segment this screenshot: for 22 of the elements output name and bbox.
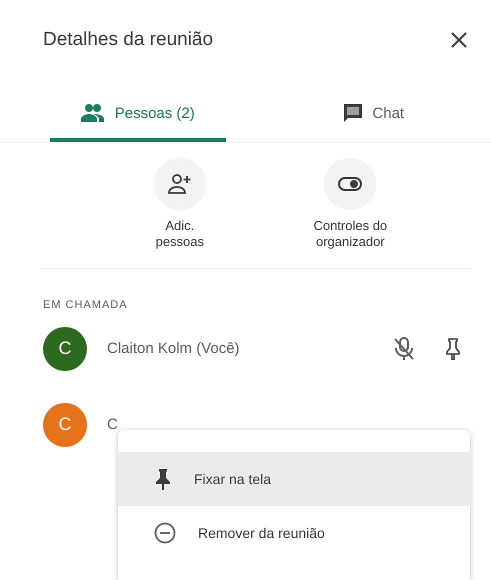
chat-icon xyxy=(342,102,364,124)
action-button[interactable]: Controles do organizador xyxy=(307,157,394,252)
pin-icon xyxy=(445,338,461,360)
avatar: C xyxy=(43,402,87,446)
section-heading: EM CHAMADA xyxy=(42,298,129,310)
close-icon xyxy=(451,32,467,48)
pin-button[interactable] xyxy=(445,338,461,360)
tab[interactable]: Chat xyxy=(286,94,461,142)
add-person-icon xyxy=(168,173,192,195)
mic-off-icon xyxy=(393,336,415,360)
participant-name: Claiton Kolm (Você) xyxy=(107,340,241,357)
tab[interactable]: Pessoas (2) xyxy=(50,94,226,142)
action-button[interactable]: Adic. pessoas xyxy=(148,157,212,252)
panel-title: Detalhes da reunião xyxy=(43,29,214,51)
pin-icon xyxy=(154,468,172,490)
toggle-icon xyxy=(338,177,362,191)
people-icon xyxy=(80,103,107,123)
menu-item[interactable]: Remover da reunião xyxy=(118,506,470,560)
menu-item[interactable]: Fixar na tela xyxy=(118,452,470,506)
remove-icon xyxy=(154,522,176,544)
participant-name: C xyxy=(107,416,119,433)
avatar: C xyxy=(43,326,87,370)
